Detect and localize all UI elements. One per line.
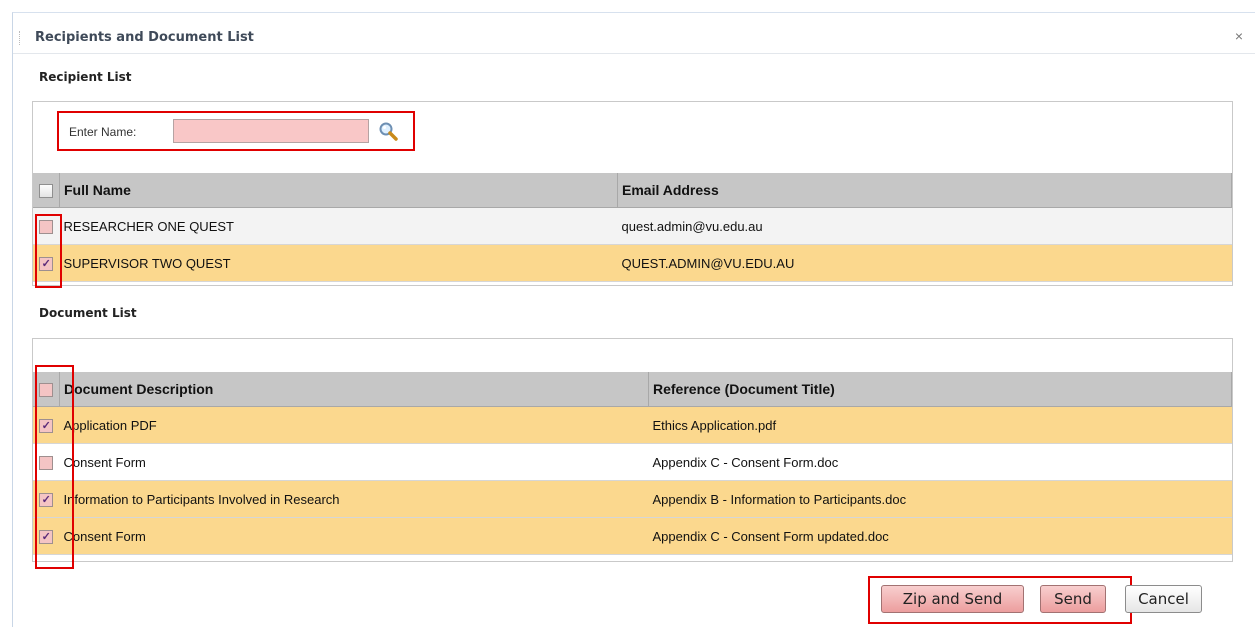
document-checkbox[interactable]: ✓ xyxy=(39,418,54,433)
recipient-name: RESEARCHER ONE QUEST xyxy=(59,207,618,245)
document-row[interactable]: ✓ Consent Form Appendix C - Consent Form… xyxy=(33,517,1232,555)
recipient-checkbox[interactable] xyxy=(39,219,54,234)
recipient-row[interactable]: ✓ SUPERVISOR TWO QUEST QUEST.ADMIN@VU.ED… xyxy=(33,244,1232,282)
zip-and-send-button[interactable]: Zip and Send xyxy=(881,585,1024,613)
document-description: Information to Participants Involved in … xyxy=(59,480,649,518)
drag-grip-icon[interactable] xyxy=(19,31,22,45)
document-row[interactable]: ✓ Information to Participants Involved i… xyxy=(33,480,1232,518)
select-all-recipients-cell xyxy=(33,173,60,208)
recipient-table: Full Name Email Address RESEARCHER ONE Q… xyxy=(33,173,1232,282)
document-check-cell: ✓ xyxy=(33,406,60,444)
column-reference-title[interactable]: Reference (Document Title) xyxy=(648,372,1232,407)
document-check-cell: ✓ xyxy=(33,480,60,518)
document-row[interactable]: Consent Form Appendix C - Consent Form.d… xyxy=(33,443,1232,481)
document-reference: Appendix C - Consent Form updated.doc xyxy=(648,517,1232,555)
document-reference: Appendix C - Consent Form.doc xyxy=(648,443,1232,481)
select-all-documents-checkbox[interactable] xyxy=(39,383,53,398)
column-email-address[interactable]: Email Address xyxy=(617,173,1232,208)
document-panel: Document Description Reference (Document… xyxy=(32,338,1233,562)
document-table: Document Description Reference (Document… xyxy=(33,372,1232,555)
document-list-label: Document List xyxy=(39,306,137,320)
document-reference: Ethics Application.pdf xyxy=(648,406,1232,444)
document-checkbox[interactable] xyxy=(39,455,54,470)
dialog-titlebar[interactable]: Recipients and Document List × xyxy=(13,23,1255,54)
document-reference: Appendix B - Information to Participants… xyxy=(648,480,1232,518)
recipient-row[interactable]: RESEARCHER ONE QUEST quest.admin@vu.edu.… xyxy=(33,207,1232,245)
close-icon[interactable]: × xyxy=(1235,28,1243,44)
recipient-list-label: Recipient List xyxy=(39,70,132,84)
select-all-recipients-checkbox[interactable] xyxy=(39,184,53,199)
recipient-checkbox[interactable]: ✓ xyxy=(39,256,54,271)
document-header-row: Document Description Reference (Document… xyxy=(33,372,1232,407)
document-description: Consent Form xyxy=(59,443,649,481)
enter-name-label: Enter Name: xyxy=(69,125,137,139)
recipient-header-row: Full Name Email Address xyxy=(33,173,1232,208)
dialog-title: Recipients and Document List xyxy=(35,30,254,45)
document-description: Application PDF xyxy=(59,406,649,444)
recipient-panel: Enter Name: Full Name Email Address RESE… xyxy=(32,101,1233,286)
search-area: Enter Name: xyxy=(57,111,415,151)
search-icon[interactable] xyxy=(377,120,399,142)
cancel-button[interactable]: Cancel xyxy=(1125,585,1202,613)
recipients-dialog: Recipients and Document List × Recipient… xyxy=(12,12,1255,627)
document-description: Consent Form xyxy=(59,517,649,555)
recipient-email: quest.admin@vu.edu.au xyxy=(617,207,1232,245)
name-search-input[interactable] xyxy=(173,119,369,143)
column-document-description[interactable]: Document Description xyxy=(59,372,649,407)
recipient-check-cell: ✓ xyxy=(33,244,60,282)
document-check-cell: ✓ xyxy=(33,517,60,555)
recipient-name: SUPERVISOR TWO QUEST xyxy=(59,244,618,282)
recipient-check-cell xyxy=(33,207,60,245)
column-full-name[interactable]: Full Name xyxy=(59,173,618,208)
document-checkbox[interactable]: ✓ xyxy=(39,529,54,544)
send-button[interactable]: Send xyxy=(1040,585,1106,613)
document-row[interactable]: ✓ Application PDF Ethics Application.pdf xyxy=(33,406,1232,444)
document-check-cell xyxy=(33,443,60,481)
recipient-email: QUEST.ADMIN@VU.EDU.AU xyxy=(617,244,1232,282)
select-all-documents-cell xyxy=(33,372,60,407)
document-checkbox[interactable]: ✓ xyxy=(39,492,54,507)
